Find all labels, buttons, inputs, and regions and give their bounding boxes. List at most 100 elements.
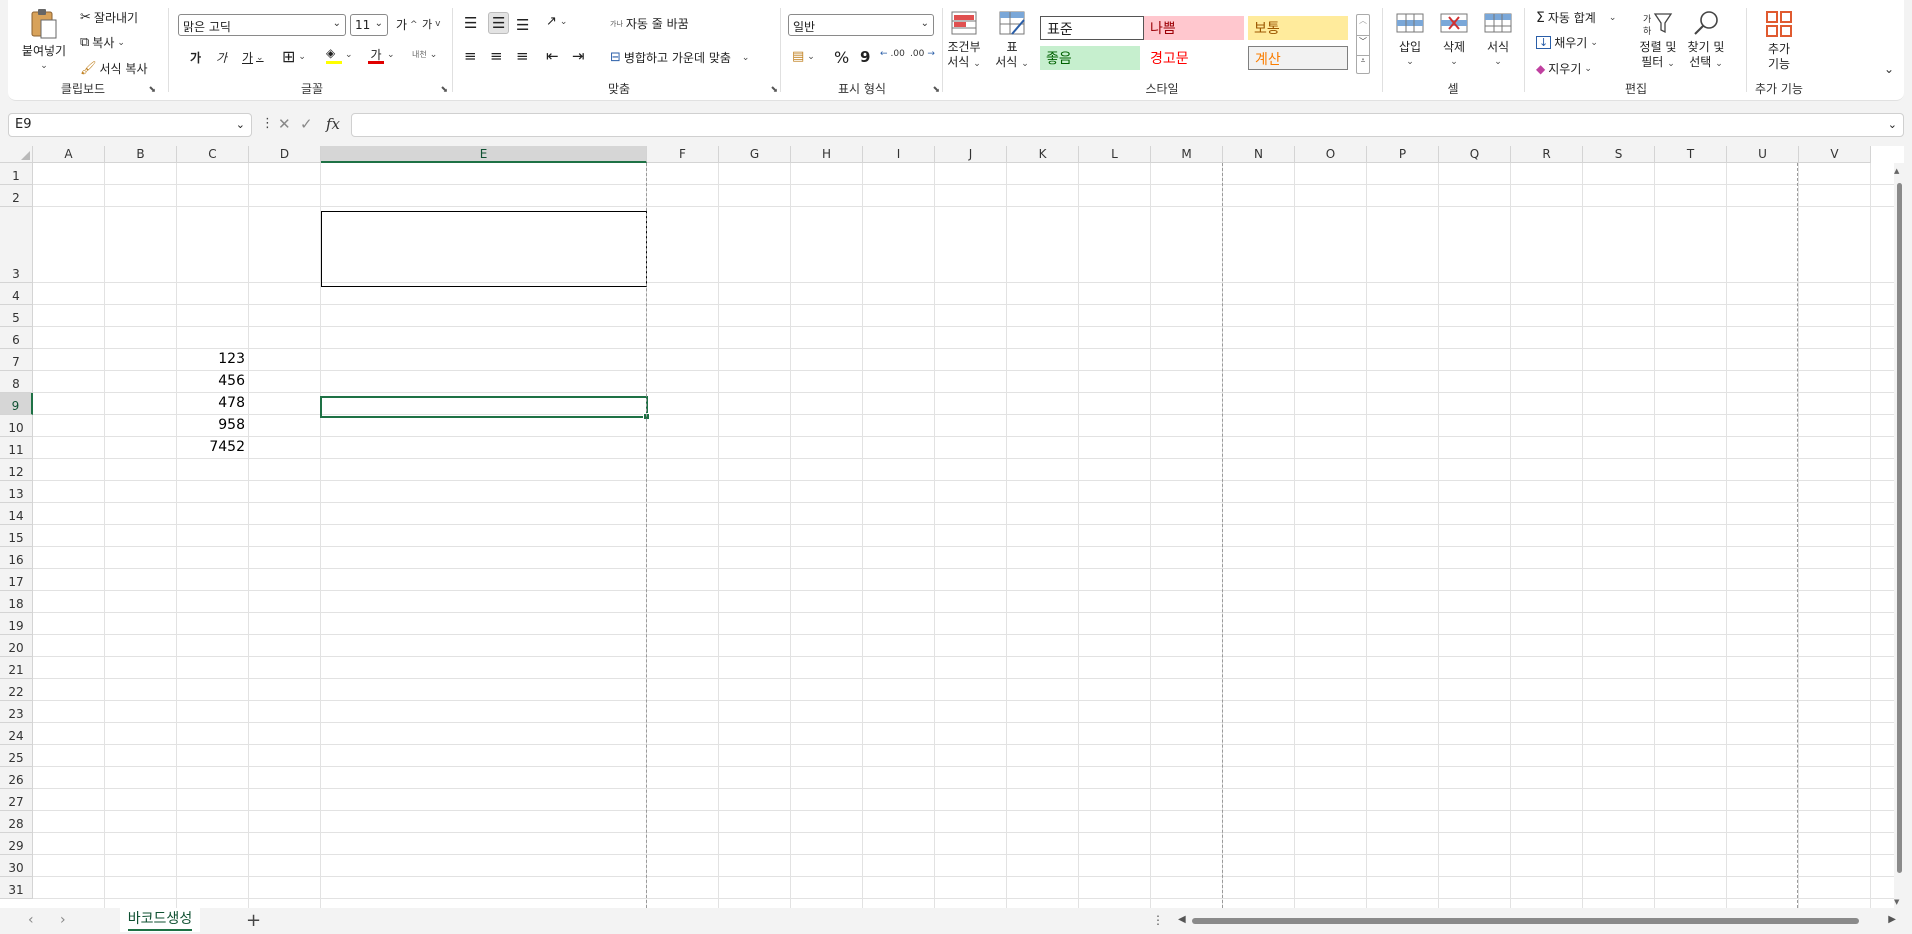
addins-button[interactable]: 추가 기능 <box>1754 10 1804 72</box>
chevron-down-icon[interactable]: ⌄ <box>256 53 264 63</box>
conditional-formatting-button[interactable]: 조건부 서식 ⌄ <box>944 10 984 72</box>
bordered-cell-e3[interactable] <box>321 211 647 287</box>
column-header-m[interactable]: M <box>1151 146 1223 163</box>
column-header-o[interactable]: O <box>1295 146 1367 163</box>
font-name-select[interactable]: 맑은 고딕 ⌄ <box>178 14 346 36</box>
column-header-a[interactable]: A <box>33 146 105 163</box>
clipboard-launcher-icon[interactable]: ⬊ <box>148 85 156 95</box>
number-launcher-icon[interactable]: ⬊ <box>932 85 940 95</box>
chevron-down-icon[interactable]: ⌄ <box>1584 64 1592 74</box>
insert-cells-button[interactable]: 삽입 ⌄ <box>1390 10 1430 70</box>
chevron-down-icon[interactable]: ⌄ <box>298 52 306 62</box>
row-header-16[interactable]: 16 <box>0 547 33 569</box>
chevron-down-icon[interactable]: ⌄ <box>1609 13 1617 23</box>
chevron-down-icon[interactable]: ⌄ <box>236 118 245 131</box>
row-header-23[interactable]: 23 <box>0 701 33 723</box>
style-bad[interactable]: 나쁨 <box>1144 16 1244 40</box>
row-header-13[interactable]: 13 <box>0 481 33 503</box>
column-header-j[interactable]: J <box>935 146 1007 163</box>
shrink-font-button[interactable]: 가v <box>422 16 440 32</box>
align-right-button[interactable]: ≡ <box>516 47 529 65</box>
column-header-d[interactable]: D <box>249 146 321 163</box>
style-calculation[interactable]: 계산 <box>1248 46 1348 70</box>
percent-button[interactable]: % <box>834 48 849 67</box>
delete-cells-button[interactable]: 삭제 ⌄ <box>1434 10 1474 70</box>
chevron-down-icon[interactable]: ⌄ <box>387 50 395 60</box>
align-left-button[interactable]: ≡ <box>464 47 477 65</box>
row-header-21[interactable]: 21 <box>0 657 33 679</box>
enter-icon[interactable]: ✓ <box>300 115 313 133</box>
format-cells-button[interactable]: 서식 ⌄ <box>1478 10 1518 70</box>
worksheet-grid[interactable]: ABCDEFGHIJKLMNOPQRSTUV 1 2 3 4 5 6 7 8 9 10 11 12 13… <box>0 146 1904 908</box>
column-header-n[interactable]: N <box>1223 146 1295 163</box>
row-header-22[interactable]: 22 <box>0 679 33 701</box>
column-header-u[interactable]: U <box>1727 146 1799 163</box>
paste-dropdown-icon[interactable]: ⌄ <box>18 59 70 74</box>
column-header-s[interactable]: S <box>1583 146 1655 163</box>
align-top-button[interactable]: ☰ <box>464 14 477 32</box>
name-box[interactable]: E9 ⌄ <box>8 113 252 137</box>
row-header-17[interactable]: 17 <box>0 569 33 591</box>
column-header-i[interactable]: I <box>863 146 935 163</box>
row-header-20[interactable]: 20 <box>0 635 33 657</box>
row-header-15[interactable]: 15 <box>0 525 33 547</box>
scroll-down-icon[interactable]: ▼ <box>1894 898 1899 906</box>
decrease-decimal-button[interactable]: .00 → <box>910 49 935 59</box>
font-launcher-icon[interactable]: ⬊ <box>440 85 448 95</box>
column-header-b[interactable]: B <box>105 146 177 163</box>
scroll-right-icon[interactable]: ▶ <box>1888 914 1896 925</box>
row-header-29[interactable]: 29 <box>0 833 33 855</box>
row-header-19[interactable]: 19 <box>0 613 33 635</box>
row-header-12[interactable]: 12 <box>0 459 33 481</box>
horizontal-scroll-thumb[interactable] <box>1192 918 1859 924</box>
chevron-down-icon[interactable]: ⌄ <box>430 50 438 60</box>
row-header-8[interactable]: 8 <box>0 371 33 393</box>
prev-sheet-icon[interactable]: ‹ <box>28 912 34 928</box>
row-header-4[interactable]: 4 <box>0 283 33 305</box>
copy-dropdown-icon[interactable]: ⌄ <box>117 38 125 48</box>
column-header-g[interactable]: G <box>719 146 791 163</box>
vertical-scrollbar[interactable]: ▲ ▼ <box>1894 163 1904 908</box>
cancel-icon[interactable]: ✕ <box>278 115 291 133</box>
cell-c8[interactable]: 456 <box>177 371 248 393</box>
borders-button[interactable]: ⊞ ⌄ <box>282 47 306 66</box>
style-neutral[interactable]: 보통 <box>1248 16 1348 40</box>
scroll-left-icon[interactable]: ◀ <box>1178 914 1186 925</box>
sheet-tab[interactable]: 바코드생성 <box>120 908 200 932</box>
increase-indent-button[interactable]: ⇥ <box>572 47 585 65</box>
column-header-q[interactable]: Q <box>1439 146 1511 163</box>
chevron-down-icon[interactable]: ⌄ <box>742 53 750 63</box>
underline-button[interactable]: 가 ⌄ <box>242 49 264 66</box>
row-header-11[interactable]: 11 <box>0 437 33 459</box>
style-normal[interactable]: 표준 <box>1040 16 1144 40</box>
orientation-button[interactable]: ↗ ⌄ <box>546 14 567 29</box>
format-painter-button[interactable]: 🖌 서식 복사 <box>80 60 148 77</box>
insert-function-icon[interactable]: fx <box>326 115 340 133</box>
column-header-p[interactable]: P <box>1367 146 1439 163</box>
paste-button[interactable]: 붙여넣기 ⌄ <box>18 8 70 74</box>
row-header-5[interactable]: 5 <box>0 305 33 327</box>
formula-input[interactable]: ⌄ <box>351 113 1904 137</box>
row-header-25[interactable]: 25 <box>0 745 33 767</box>
row-header-9[interactable]: 9 <box>0 393 33 415</box>
column-header-f[interactable]: F <box>647 146 719 163</box>
row-header-27[interactable]: 27 <box>0 789 33 811</box>
row-header-10[interactable]: 10 <box>0 415 33 437</box>
row-header-6[interactable]: 6 <box>0 327 33 349</box>
tab-split-handle-icon[interactable]: ⋮ <box>1152 913 1164 927</box>
chevron-down-icon[interactable]: ⌄ <box>345 50 353 60</box>
chevron-up-icon[interactable]: ︿ <box>1357 15 1369 35</box>
collapse-ribbon-icon[interactable]: ⌄ <box>1884 62 1894 76</box>
row-header-26[interactable]: 26 <box>0 767 33 789</box>
row-header-7[interactable]: 7 <box>0 349 33 371</box>
find-select-button[interactable]: 찾기 및 선택 ⌄ <box>1684 10 1728 72</box>
column-header-v[interactable]: V <box>1799 146 1871 163</box>
format-as-table-button[interactable]: 표 서식 ⌄ <box>994 10 1030 72</box>
row-header-3[interactable]: 3 <box>0 207 33 283</box>
row-header-14[interactable]: 14 <box>0 503 33 525</box>
styles-gallery-scroll[interactable]: ︿ ﹀ ⩡ <box>1356 14 1370 74</box>
wrap-text-button[interactable]: 가나 자동 줄 바꿈 <box>610 15 689 32</box>
sort-filter-button[interactable]: 가 하 정렬 및 필터 ⌄ <box>1636 10 1680 72</box>
style-warning[interactable]: 경고문 <box>1144 46 1244 70</box>
bold-button[interactable]: 가 <box>190 49 201 66</box>
